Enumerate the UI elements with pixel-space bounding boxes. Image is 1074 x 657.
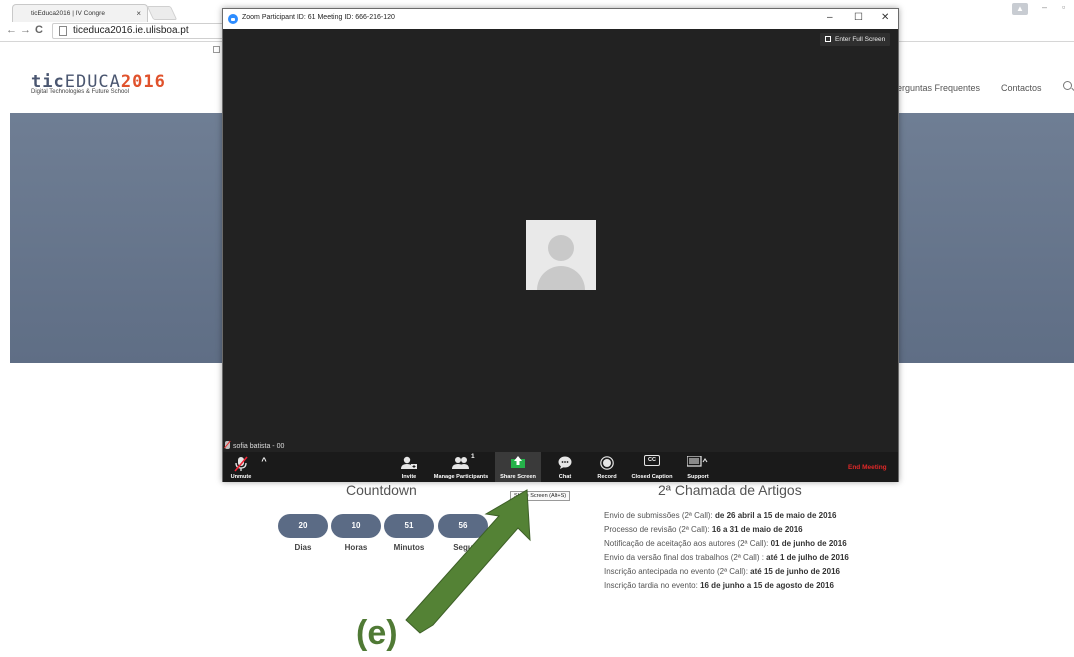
annotation-label: (e) — [356, 614, 398, 652]
annotation-arrow-icon — [405, 489, 531, 634]
